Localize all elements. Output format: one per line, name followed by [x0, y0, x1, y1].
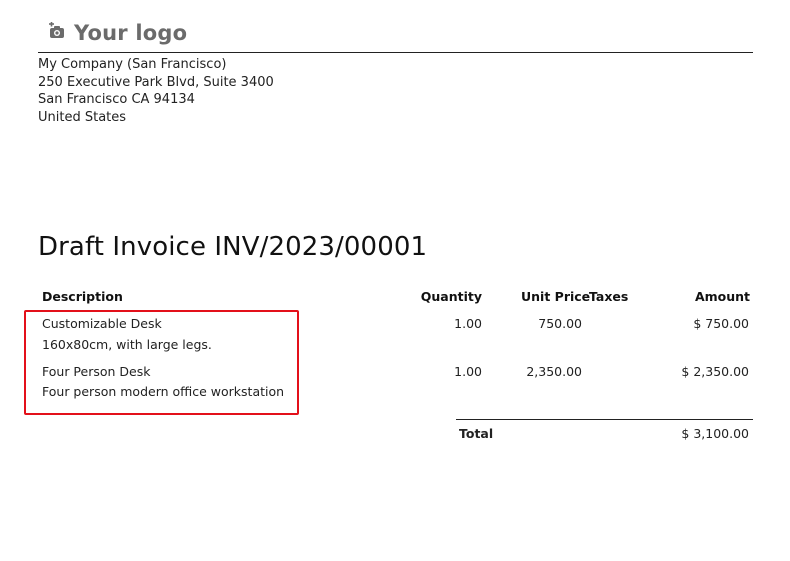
line-item-unit-price: 750.00 — [538, 316, 582, 331]
line-item-amount: $ 750.00 — [693, 316, 749, 331]
company-logo: Your logo — [48, 21, 187, 45]
invoice-title: Draft Invoice INV/2023/00001 — [38, 232, 428, 262]
logo-text: Your logo — [74, 21, 188, 45]
description-highlight-box — [24, 310, 299, 415]
line-item-quantity: 1.00 — [454, 364, 482, 379]
column-header-quantity: Quantity — [420, 289, 482, 304]
total-label: Total — [459, 426, 494, 441]
column-header-amount: Amount — [694, 289, 750, 304]
company-city: San Francisco CA 94134 — [38, 92, 195, 107]
line-item-amount: $ 2,350.00 — [681, 364, 749, 379]
company-address: My Company (San Francisco) 250 Executive… — [38, 56, 274, 126]
company-name: My Company (San Francisco) — [38, 57, 227, 72]
company-country: United States — [38, 109, 127, 125]
total-amount: $ 3,100.00 — [681, 426, 749, 441]
header-divider — [38, 52, 753, 53]
column-header-taxes: Taxes — [589, 289, 629, 304]
total-divider — [456, 419, 753, 420]
camera-plus-icon — [48, 21, 66, 44]
company-street: 250 Executive Park Blvd, Suite 3400 — [38, 74, 274, 90]
line-item-unit-price: 2,350.00 — [526, 364, 582, 379]
column-header-description: Description — [42, 289, 123, 304]
line-item-quantity: 1.00 — [454, 316, 482, 331]
column-header-unit-price: Unit Price — [521, 289, 591, 304]
